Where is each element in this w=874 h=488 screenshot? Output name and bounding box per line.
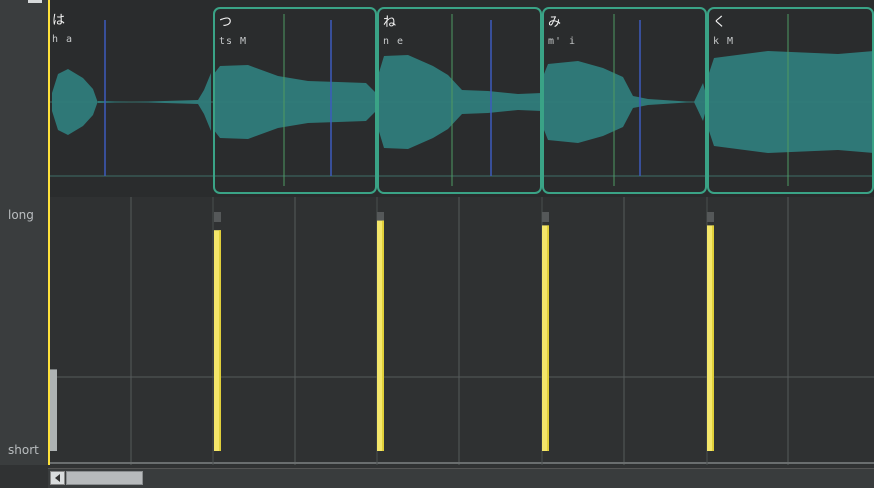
note-phonemes: n e	[383, 36, 405, 47]
horizontal-scrollbar[interactable]	[48, 468, 874, 488]
scroll-thumb[interactable]	[66, 471, 143, 485]
note-lyric: は	[52, 13, 66, 28]
length-bar-shade	[219, 230, 221, 451]
length-bar-cap	[542, 212, 549, 222]
note-lyric: つ	[219, 15, 233, 30]
length-bar-cap	[214, 212, 221, 222]
waveform-area: は h a つ ts M ね n e み m' i く k M	[48, 0, 874, 197]
note-block[interactable]: く k M	[707, 7, 874, 194]
length-bar-shade	[547, 225, 549, 451]
note-block[interactable]: ね n e	[377, 7, 542, 194]
left-arrow-icon	[55, 474, 60, 482]
note-block[interactable]: は h a	[48, 7, 213, 194]
length-editor-area[interactable]	[48, 197, 874, 465]
label-short: short	[8, 443, 39, 457]
label-long: long	[8, 208, 34, 222]
length-editor-canvas	[48, 197, 874, 465]
top-notch	[28, 0, 42, 3]
note-lyric: く	[713, 15, 727, 30]
note-phonemes: k M	[713, 36, 735, 47]
note-phonemes: h a	[52, 34, 74, 45]
playhead[interactable]	[48, 0, 50, 465]
note-phonemes: ts M	[219, 36, 248, 47]
note-phonemes: m' i	[548, 36, 577, 47]
length-bar-shade	[382, 220, 384, 451]
length-bar-cap	[707, 212, 714, 222]
length-bar-shade	[712, 225, 714, 451]
length-bar[interactable]	[50, 369, 57, 451]
note-block[interactable]: み m' i	[542, 7, 707, 194]
scroll-left-button[interactable]	[50, 471, 65, 485]
note-lyric: ね	[383, 15, 397, 30]
left-gutter: long short	[0, 0, 49, 465]
length-bar-cap	[377, 212, 384, 222]
note-block[interactable]: つ ts M	[213, 7, 377, 194]
note-lyric: み	[548, 15, 562, 30]
